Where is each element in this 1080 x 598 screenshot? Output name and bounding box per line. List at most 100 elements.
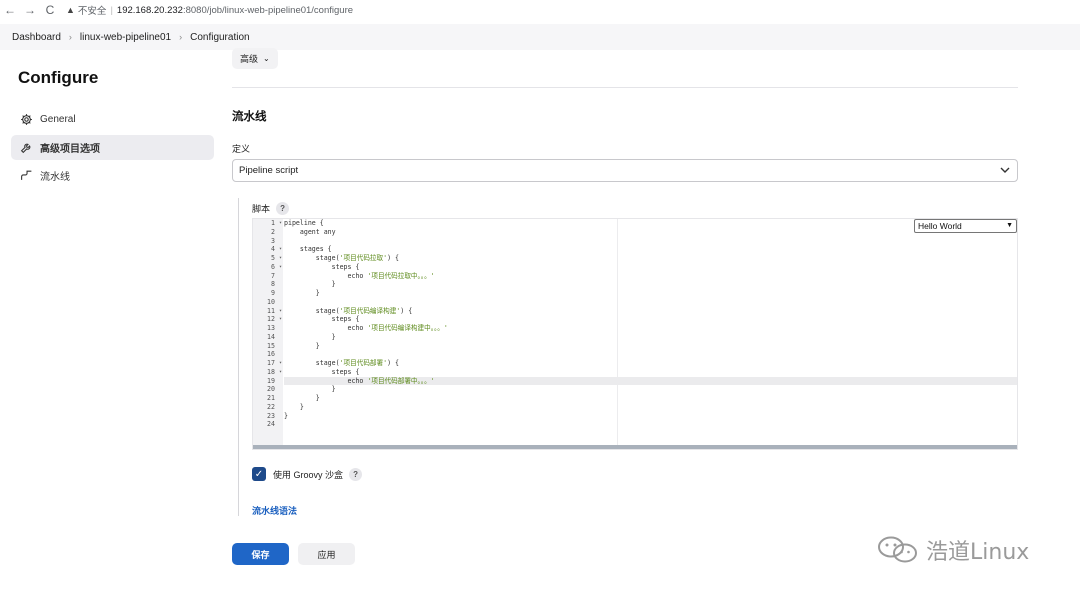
back-arrow-icon[interactable]: ← bbox=[0, 3, 20, 17]
line-number: 16 bbox=[267, 350, 275, 359]
breadcrumb-configuration[interactable]: Configuration bbox=[190, 32, 249, 43]
forward-arrow-icon[interactable]: → bbox=[20, 3, 40, 17]
fold-toggle-icon[interactable]: ▾ bbox=[279, 219, 282, 228]
reload-icon[interactable]: C bbox=[40, 3, 60, 17]
section-title: 流水线 bbox=[232, 111, 267, 123]
code-line: } bbox=[284, 280, 336, 289]
definition-label: 定义 bbox=[232, 144, 251, 154]
line-number: 11 ▾ bbox=[267, 306, 282, 316]
sidebar-item-label: 流水线 bbox=[40, 172, 70, 183]
line-number: 2 bbox=[271, 227, 275, 236]
page-title: Configure bbox=[18, 68, 99, 87]
save-button[interactable]: 保存 bbox=[232, 543, 289, 565]
fold-toggle-icon[interactable]: ▾ bbox=[279, 245, 282, 254]
code-line: echo '项目代码部署中。。。' bbox=[284, 376, 1017, 386]
help-icon[interactable]: ? bbox=[276, 202, 290, 215]
fold-toggle-icon[interactable]: ▾ bbox=[279, 254, 282, 263]
code-line: echo '项目代码拉取中。。。' bbox=[284, 271, 435, 280]
line-number-gutter: 1 ▾ 2 3 4 ▾ 5 ▾ 6 ▾ 7 8 9 10 11 ▾ 12 ▾ 13 14 15 16 17 ▾ 18 ▾ 19 20 2… bbox=[253, 219, 283, 449]
definition-value: Pipeline script bbox=[239, 165, 299, 176]
address-bar[interactable]: ▲ 不安全 | 192.168.20.232 :8080/job/linux-w… bbox=[66, 3, 354, 18]
pipeline-icon bbox=[19, 169, 33, 183]
url-path: :8080/job/linux-web-pipeline01/configure bbox=[182, 4, 354, 16]
code-line: } bbox=[284, 402, 304, 411]
sample-script-value: Hello World bbox=[918, 221, 962, 231]
divider bbox=[232, 87, 1018, 88]
sample-script-select[interactable]: Hello World ▼ bbox=[914, 219, 1017, 233]
line-number: 1 ▾ bbox=[271, 219, 282, 228]
code-line: stage('项目代码编译构建') { bbox=[284, 306, 413, 315]
fold-toggle-icon[interactable]: ▾ bbox=[279, 368, 282, 377]
nested-section-line bbox=[238, 198, 239, 516]
sidebar-item-advanced[interactable]: 高级项目选项 bbox=[11, 135, 214, 160]
code-area[interactable]: pipeline { agent any stages { stage('项目代… bbox=[284, 219, 1017, 429]
code-line: } bbox=[284, 341, 320, 350]
definition-select[interactable]: Pipeline script bbox=[232, 159, 1018, 182]
watermark: 浩道Linux bbox=[876, 534, 1029, 566]
line-number: 8 bbox=[271, 280, 275, 289]
chevron-down-icon: ⌄ bbox=[263, 54, 270, 63]
script-label: 脚本 ? bbox=[252, 202, 290, 215]
help-icon[interactable]: ? bbox=[349, 467, 363, 481]
groovy-sandbox-checkbox[interactable]: ✓ bbox=[252, 467, 266, 481]
line-number: 22 bbox=[267, 402, 275, 411]
code-line: echo '项目代码编译构建中。。。' bbox=[284, 324, 448, 332]
url-divider: | bbox=[110, 4, 113, 16]
code-line: agent any bbox=[284, 227, 336, 236]
code-line: stage('项目代码部署') { bbox=[284, 359, 400, 367]
line-number: 19 bbox=[267, 376, 275, 385]
code-line: steps { bbox=[284, 262, 360, 271]
code-line: } bbox=[284, 332, 336, 341]
breadcrumb: Dashboard › linux-web-pipeline01 › Confi… bbox=[0, 24, 1080, 50]
wrench-icon bbox=[19, 141, 33, 155]
line-number: 3 bbox=[271, 236, 275, 245]
code-line: steps { bbox=[284, 367, 360, 376]
sidebar-item-label: General bbox=[40, 114, 76, 125]
line-number: 14 bbox=[267, 332, 275, 341]
line-number: 18 ▾ bbox=[267, 367, 282, 377]
line-number: 17 ▾ bbox=[267, 359, 282, 368]
fold-toggle-icon[interactable]: ▾ bbox=[279, 315, 282, 324]
line-number: 6 ▾ bbox=[271, 262, 282, 272]
fold-toggle-icon[interactable]: ▾ bbox=[279, 307, 282, 316]
line-number: 15 bbox=[267, 341, 275, 350]
sidebar-item-pipeline[interactable]: 流水线 bbox=[11, 163, 214, 188]
advanced-button[interactable]: 高级 ⌄ bbox=[232, 48, 278, 69]
script-editor[interactable]: 1 ▾ 2 3 4 ▾ 5 ▾ 6 ▾ 7 8 9 10 11 ▾ 12 ▾ 13 14 15 16 17 ▾ 18 ▾ 19 20 2… bbox=[252, 218, 1018, 450]
line-number: 13 bbox=[267, 324, 275, 332]
line-number: 4 ▾ bbox=[271, 245, 282, 254]
line-number: 20 bbox=[267, 385, 275, 394]
groovy-sandbox-option: ✓ 使用 Groovy 沙盒 ? bbox=[252, 467, 363, 481]
code-line: stages { bbox=[284, 245, 332, 254]
url-host: 192.168.20.232 bbox=[116, 4, 183, 16]
line-number: 12 ▾ bbox=[267, 315, 282, 324]
fold-toggle-icon[interactable]: ▾ bbox=[279, 359, 282, 368]
code-line: } bbox=[284, 411, 288, 420]
watermark-text: 浩道Linux bbox=[926, 540, 1030, 565]
code-line: steps { bbox=[284, 315, 360, 324]
chevron-down-icon bbox=[1000, 165, 1010, 177]
fold-toggle-icon[interactable]: ▾ bbox=[279, 263, 282, 272]
gear-icon bbox=[19, 113, 33, 127]
wechat-logo-icon bbox=[878, 536, 917, 563]
breadcrumb-dashboard[interactable]: Dashboard bbox=[12, 32, 61, 43]
line-number: 7 bbox=[271, 271, 275, 280]
code-line: } bbox=[284, 394, 320, 402]
apply-button[interactable]: 应用 bbox=[298, 543, 355, 565]
insecure-label: 不安全 bbox=[77, 6, 107, 17]
line-number: 21 bbox=[267, 394, 275, 402]
code-line: stage('项目代码拉取') { bbox=[284, 254, 400, 262]
sidebar-item-label: 高级项目选项 bbox=[40, 144, 100, 155]
code-line: } bbox=[284, 385, 336, 394]
sidebar-item-general[interactable]: General bbox=[11, 107, 214, 132]
pipeline-syntax-link[interactable]: 流水线语法 bbox=[252, 504, 297, 517]
line-number: 9 bbox=[271, 289, 275, 297]
advanced-button-label: 高级 bbox=[240, 54, 259, 64]
line-number: 23 bbox=[267, 411, 275, 420]
breadcrumb-job[interactable]: linux-web-pipeline01 bbox=[80, 32, 171, 43]
horizontal-scrollbar[interactable] bbox=[253, 445, 1017, 449]
browser-toolbar: ← → C ▲ 不安全 | 192.168.20.232 :8080/job/l… bbox=[0, 0, 1080, 20]
